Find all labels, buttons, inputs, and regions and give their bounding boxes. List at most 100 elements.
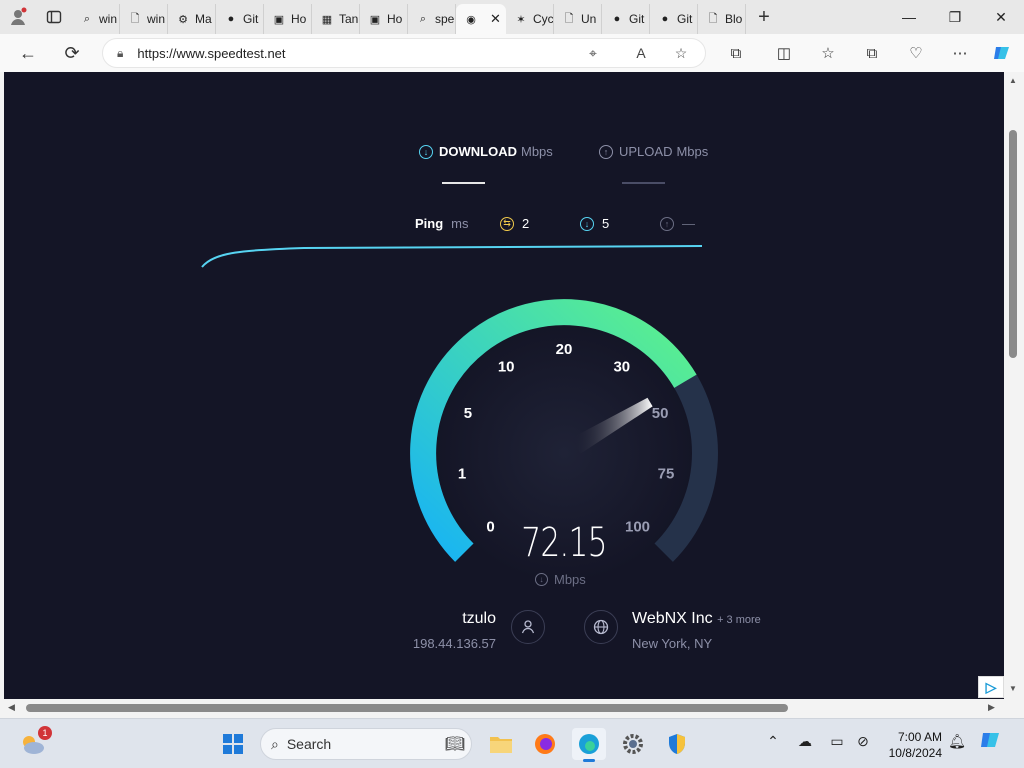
browser-tab[interactable]: ● Git <box>650 4 698 34</box>
more-menu-icon[interactable]: ⋯ <box>946 40 974 66</box>
taskbar-search[interactable]: ⌕ Search 📖︎ <box>260 728 472 760</box>
scroll-right-arrow: ▶ <box>988 702 995 712</box>
browser-tab[interactable]: ● Git <box>602 4 650 34</box>
copilot-icon[interactable] <box>988 40 1016 66</box>
horizontal-scroll-thumb[interactable] <box>26 704 788 712</box>
browser-tab[interactable]: ▣ Ho <box>360 4 408 34</box>
location-icon[interactable]: ⌖ <box>580 40 606 66</box>
server-more-link[interactable]: + 3 more <box>717 614 761 626</box>
browser-tab[interactable]: ⚙ Ma <box>168 4 216 34</box>
globe-icon[interactable] <box>584 610 618 644</box>
collections-icon[interactable]: ⧉ <box>858 40 886 66</box>
scroll-up-arrow: ▲ <box>1009 76 1017 85</box>
browser-tab[interactable]: 🗋︎ Un <box>554 4 602 34</box>
notification-bell-icon[interactable]: 🔔︎ <box>946 733 968 750</box>
gauge-tick-label: 75 <box>658 465 675 482</box>
tab-label: Git <box>243 12 259 26</box>
scroll-down-arrow: ▼ <box>1009 684 1017 693</box>
tab-label: win <box>147 12 166 26</box>
address-toolbar: ← ⟳ 🔒︎ https://www.speedtest.net ⌖ A ☆ ⧉… <box>0 34 1024 72</box>
file-explorer-icon[interactable] <box>484 728 518 760</box>
search-icon: ⌕ <box>419 12 427 25</box>
page-icon: 🗋︎ <box>708 12 718 25</box>
favorites-icon[interactable]: ☆ <box>814 40 842 66</box>
tab-label: Blo <box>725 12 743 26</box>
browser-tab[interactable]: ◉ ✕ <box>456 4 506 34</box>
tab-label: Cyc <box>533 12 554 26</box>
gauge-tick-label: 10 <box>498 359 515 376</box>
tab-label: win <box>99 12 118 26</box>
gauge-tick-label: 30 <box>613 359 630 376</box>
gauge-canvas: 0 1 5 10 20 30 50 75 100 <box>201 245 718 583</box>
copilot-taskbar-icon[interactable] <box>980 729 1002 754</box>
browser-tab[interactable]: ▦ Tan <box>312 4 360 34</box>
browser-tab[interactable]: ⌕ win <box>72 4 120 34</box>
refresh-button[interactable]: ⟳ <box>52 34 92 72</box>
github-icon: ● <box>227 13 235 25</box>
page-icon: 🗋︎ <box>564 12 574 25</box>
vertical-scrollbar[interactable]: ▲ ▼ <box>1004 72 1024 699</box>
ping-download-icon: ↓ <box>580 216 594 231</box>
start-button[interactable] <box>216 728 250 760</box>
lock-icon: 🔒︎ <box>117 45 124 60</box>
star-icon: ✶ <box>516 13 526 26</box>
tray-overflow-icon[interactable]: ⌃ <box>762 733 784 750</box>
ping-download: ↓ 5 <box>580 216 609 231</box>
search-icon: ⌕ <box>83 12 91 25</box>
tab-download[interactable]: ↓ DOWNLOAD Mbps <box>419 144 553 159</box>
ping-row: Ping ms ⇆ 2 ↓ 5 ↑ — <box>4 216 1004 236</box>
tab-label: Ho <box>387 12 403 26</box>
network-icon[interactable]: ⊘ <box>852 733 874 750</box>
firefox-icon[interactable] <box>528 728 562 760</box>
weather-icon[interactable]: 1 <box>16 726 52 760</box>
browser-tab[interactable]: ⌕ spe <box>408 4 456 34</box>
browser-tab[interactable]: 🗋︎ win <box>120 4 168 34</box>
speedtest-icon: ◉ <box>466 13 476 26</box>
isp-ip: 198.44.136.57 <box>412 636 496 651</box>
minimize-button[interactable]: — <box>886 0 932 34</box>
download-small-icon: ↓ <box>535 573 548 586</box>
search-icon: ⌕ <box>271 735 279 752</box>
browser-tab[interactable]: 🗋︎ Blo <box>698 4 746 34</box>
browser-tab[interactable]: ● Git <box>216 4 264 34</box>
back-button[interactable]: ← <box>8 34 48 72</box>
tab-label: Ma <box>195 12 212 26</box>
ping-upload-icon: ↑ <box>660 216 674 231</box>
favorite-star-icon[interactable]: ☆ <box>668 40 694 66</box>
server-name[interactable]: WebNX Inc + 3 more <box>632 610 761 628</box>
extensions-icon[interactable]: ⧉ <box>722 40 750 66</box>
settings-icon[interactable] <box>616 728 650 760</box>
onedrive-icon[interactable]: ☁ <box>794 733 816 750</box>
speedtest-page: 0 1 5 10 20 30 50 75 100 ↓ DOWNLOAD Mbps ↑ UPLOA… <box>4 72 1004 699</box>
security-shield-icon[interactable] <box>660 728 694 760</box>
vertical-scroll-thumb[interactable] <box>1009 130 1017 358</box>
user-icon[interactable] <box>511 610 545 644</box>
tab-upload[interactable]: ↑ UPLOAD Mbps <box>599 144 708 159</box>
adchoices-icon[interactable]: ▷ <box>978 676 1004 698</box>
browser-tab[interactable]: ✶ Cyc <box>506 4 554 34</box>
split-screen-icon[interactable]: ◫ <box>770 40 798 66</box>
restore-button[interactable]: ❐ <box>932 0 978 34</box>
browser-tab-bar: ⌕ win 🗋︎ win ⚙ Ma ● Git ▣ Ho ▦ Tan ▣ Ho ⌕ spe ◉ ✕ ✶ Cyc 🗋︎ Un… <box>0 0 1024 34</box>
read-aloud-icon[interactable]: A <box>628 40 654 66</box>
clock[interactable]: 7:00 AM 10/8/2024 <box>884 729 942 761</box>
profile-icon[interactable] <box>0 0 36 34</box>
tab-actions-icon[interactable] <box>36 0 72 34</box>
close-tab-icon[interactable]: ✕ <box>490 11 501 27</box>
display-icon[interactable]: ▭ <box>826 733 848 750</box>
isp-name: tzulo <box>462 610 496 627</box>
tab-label: spe <box>435 12 455 26</box>
new-tab-button[interactable]: + <box>746 0 782 34</box>
scroll-left-arrow: ◀ <box>8 702 15 712</box>
close-window-button[interactable]: ✕ <box>978 0 1024 34</box>
url-bar[interactable]: 🔒︎ https://www.speedtest.net <box>102 38 706 68</box>
horizontal-scrollbar[interactable]: ◀ ▶ <box>0 699 1004 717</box>
github-icon: ● <box>613 13 621 25</box>
browser-tab[interactable]: ▣ Ho <box>264 4 312 34</box>
gauge-tick-label: 20 <box>556 341 573 358</box>
ping-idle-icon: ⇆ <box>500 216 514 231</box>
edge-icon[interactable] <box>572 728 606 762</box>
url-text: https://www.speedtest.net <box>137 45 286 61</box>
tab-label: Git <box>629 12 645 26</box>
browser-essentials-icon[interactable]: ♡ <box>902 40 930 66</box>
